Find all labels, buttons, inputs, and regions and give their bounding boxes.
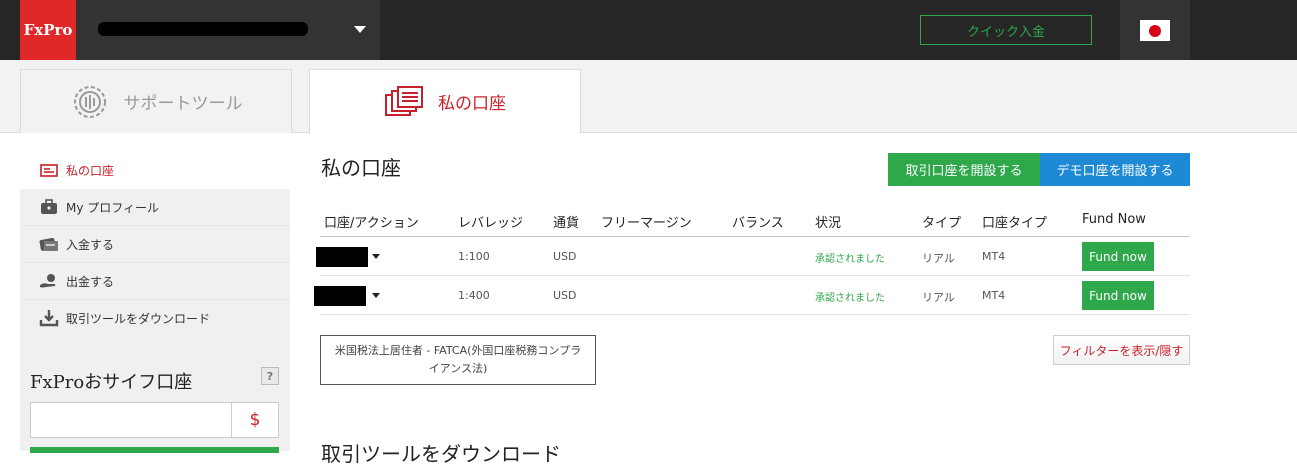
wallet-panel: FxProおサイフ口座 ? $ (20, 336, 290, 453)
account-selector[interactable] (76, 0, 380, 60)
chevron-down-icon[interactable] (372, 254, 380, 259)
download-icon (38, 309, 60, 327)
wallet-title: FxProおサイフ口座 (30, 372, 193, 393)
open-real-account-button[interactable]: 取引口座を開設する (888, 153, 1040, 186)
japan-flag-icon[interactable] (1140, 20, 1170, 41)
account-type-value: MT4 (982, 289, 1006, 302)
card-icon (38, 162, 60, 180)
sidebar-item-my-profile[interactable]: My プロフィール (20, 189, 290, 226)
type-value: リアル (922, 252, 955, 265)
table-row: 1:400 USD 承認されました リアル MT4 Fund now (314, 276, 1190, 315)
sidebar-item-label: 取引ツールをダウンロード (66, 311, 211, 326)
briefcase-icon (38, 198, 60, 216)
redacted-account-number (316, 247, 368, 267)
status-badge: 承認されました (815, 293, 885, 304)
tab-support-label: サポートツール (123, 94, 243, 114)
status-badge: 承認されました (815, 254, 885, 265)
hand-coin-icon (38, 272, 60, 290)
page-title: 私の口座 (321, 156, 401, 180)
header-currency: 通貨 (553, 216, 580, 231)
sidebar-item-my-account[interactable]: 私の口座 (20, 152, 290, 189)
fund-now-button[interactable]: Fund now (1082, 242, 1154, 271)
header-balance: バランス (732, 216, 784, 231)
table-row: 1:100 USD 承認されました リアル MT4 Fund now (316, 237, 1190, 276)
account-type-value: MT4 (982, 250, 1006, 263)
table-header: 口座/アクション レバレッジ 通貨 フリーマージン バランス 状況 タイプ 口座… (320, 205, 1190, 237)
leverage-value: 1:100 (458, 250, 490, 263)
redacted-account-number (314, 286, 366, 306)
sidebar-item-label: 入金する (66, 237, 115, 252)
fatca-button[interactable]: 米国税法上居住者 - FATCA(外国口座税務コンプライアンス法) (320, 335, 596, 385)
fund-now-button[interactable]: Fund now (1082, 281, 1154, 310)
help-icon[interactable]: ? (261, 367, 279, 385)
type-value: リアル (922, 291, 955, 304)
open-demo-account-button[interactable]: デモ口座を開設する (1040, 153, 1190, 186)
header-leverage: レバレッジ (458, 216, 524, 231)
header-fund-now: Fund Now (1082, 212, 1146, 227)
sidebar-item-label: My プロフィール (66, 200, 160, 215)
filter-toggle-button[interactable]: フィルターを表示/隠す (1053, 335, 1190, 365)
header-account: 口座/アクション (324, 216, 419, 231)
sidebar: 私の口座 My プロフィール 入金する 出金する 取引ツールをダウンロード (20, 152, 290, 337)
sidebar-item-deposit[interactable]: 入金する (20, 226, 290, 263)
header-type: タイプ (922, 216, 962, 231)
wallet-in-icon (38, 235, 60, 253)
language-selector[interactable] (1120, 0, 1190, 60)
gear-chart-icon (70, 82, 110, 122)
wallet-action-button[interactable] (30, 447, 279, 453)
accounts-table: 口座/アクション レバレッジ 通貨 フリーマージン バランス 状況 タイプ 口座… (314, 205, 1190, 315)
tab-strip: サポートツール 私の口座 (0, 60, 1297, 134)
header-free-margin: フリーマージン (601, 216, 692, 231)
wallet-amount-field[interactable] (30, 402, 232, 438)
chevron-down-icon[interactable] (372, 293, 380, 298)
sidebar-item-label: 私の口座 (66, 164, 115, 178)
fxpro-logo[interactable]: FxPro (20, 0, 76, 60)
currency-value: USD (553, 289, 577, 302)
header-account-type: 口座タイプ (982, 216, 1048, 231)
chevron-down-icon[interactable] (354, 26, 366, 33)
download-section-heading: 取引ツールをダウンロード (321, 442, 561, 466)
tab-my-account-label: 私の口座 (438, 94, 506, 114)
tab-my-account[interactable]: 私の口座 (309, 69, 581, 134)
top-bar: FxPro クイック入金 (0, 0, 1297, 60)
documents-icon (384, 85, 424, 119)
currency-symbol: $ (231, 402, 279, 438)
tab-support-tools[interactable]: サポートツール (20, 69, 292, 133)
redacted-account-name (98, 22, 308, 36)
sidebar-item-download-tools[interactable]: 取引ツールをダウンロード (20, 300, 290, 337)
header-status: 状況 (815, 216, 842, 231)
currency-value: USD (553, 250, 577, 263)
quick-deposit-button[interactable]: クイック入金 (920, 15, 1092, 45)
leverage-value: 1:400 (458, 289, 490, 302)
sidebar-item-label: 出金する (66, 274, 115, 289)
sidebar-item-withdraw[interactable]: 出金する (20, 263, 290, 300)
